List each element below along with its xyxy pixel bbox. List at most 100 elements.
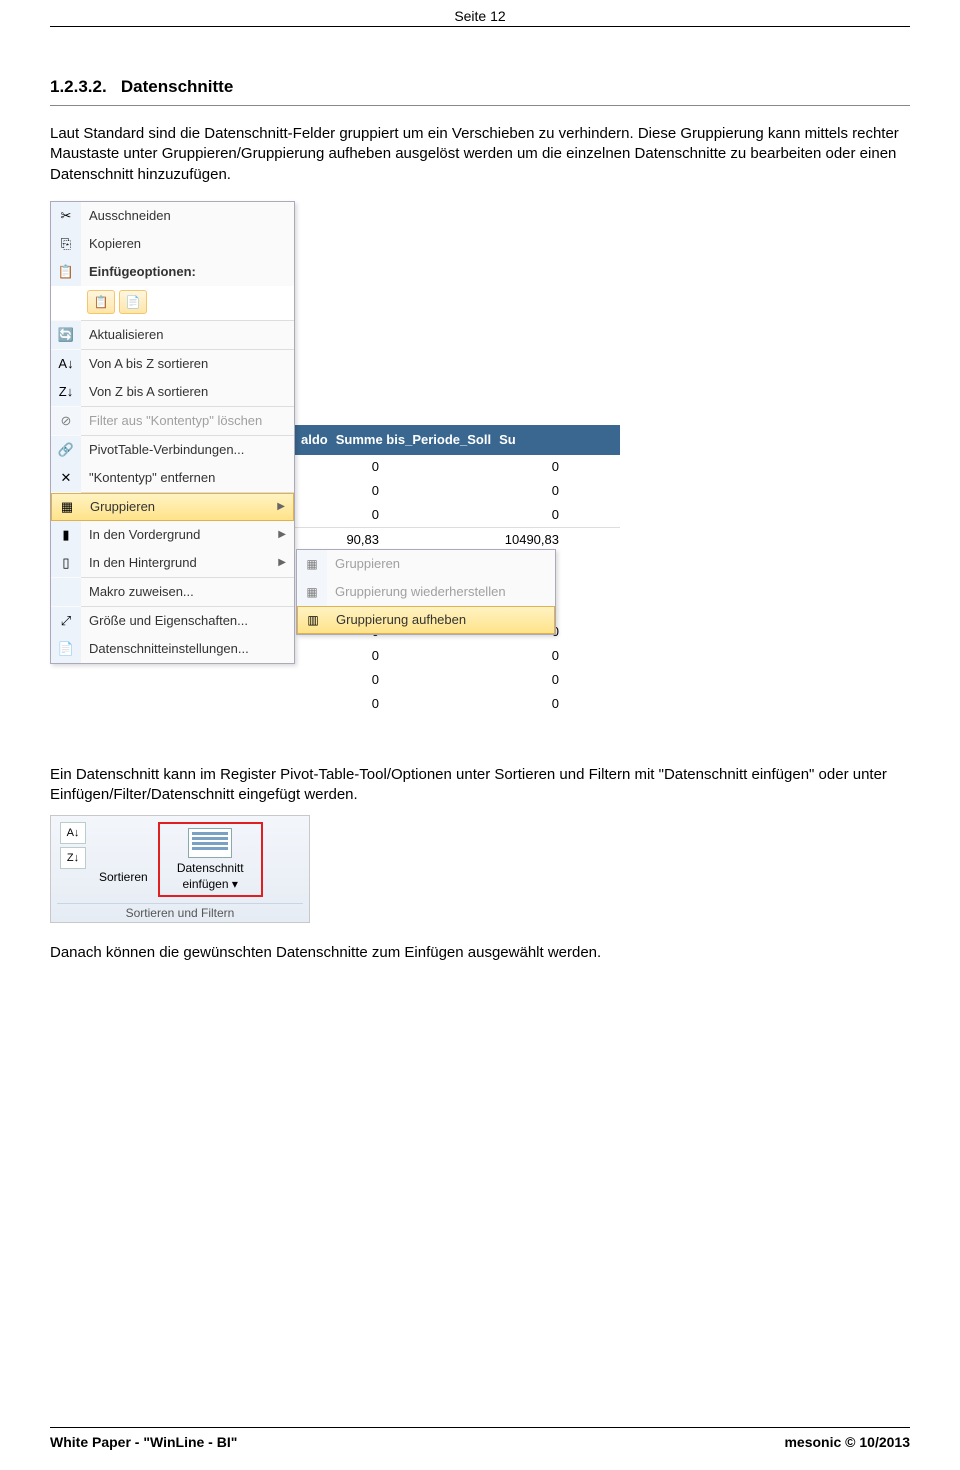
group-submenu[interactable]: ▦ Gruppieren ▦ Gruppierung wiederherstel… [296,549,556,635]
paste-option-1[interactable]: 📋 [87,290,115,314]
paste-option-2[interactable]: 📄 [119,290,147,314]
sort-asc-button[interactable]: A↓ [60,822,86,844]
group-icon: ▦ [52,494,82,520]
menu-pivot-connections[interactable]: 🔗 PivotTable-Verbindungen... [51,436,294,464]
menu-label: Gruppierung wiederherstellen [327,584,555,599]
sort-buttons: A↓ Z↓ [57,822,89,869]
send-back-icon: ▯ [51,549,81,577]
label-line-with-dropdown: einfügen ▾ [182,877,237,891]
pivot-col-1: aldo [301,432,328,447]
insert-slicer-label: Datenschnitt einfügen ▾ [177,861,244,891]
menu-cut[interactable]: ✂ Ausschneiden [51,202,294,230]
page-content: 1.2.3.2. Datenschnitte Laut Standard sin… [0,27,960,964]
cell: 0 [395,507,575,522]
refresh-icon: 🔄 [51,321,81,349]
menu-label: Kopieren [81,236,286,251]
cell: 0 [395,696,575,711]
regroup-icon: ▦ [297,578,327,606]
pivot-data-top: 00 00 00 90,8310490,83 [295,455,620,551]
paragraph-2: Ein Datenschnitt kann im Register Pivot-… [50,765,910,806]
ungroup-icon: ▥ [298,607,328,633]
submenu-ungroup[interactable]: ▥ Gruppierung aufheben [297,606,555,634]
submenu-arrow-icon: ▶ [272,557,286,568]
section-title: Datenschnitte [121,77,233,96]
menu-label: Größe und Eigenschaften... [81,613,286,628]
cell: 0 [395,672,575,687]
menu-size-properties[interactable]: ⤢ Größe und Eigenschaften... [51,607,294,635]
menu-group[interactable]: ▦ Gruppieren ▶ [51,493,294,521]
menu-label: Von A bis Z sortieren [81,356,286,371]
slicer-icon [188,828,232,858]
menu-copy[interactable]: ⎘ Kopieren [51,230,294,258]
sort-za-icon: Z↓ [51,378,81,406]
cell: 0 [295,483,395,498]
clipboard-icon: 📋 [51,258,81,286]
section-heading: 1.2.3.2. Datenschnitte [50,77,910,97]
menu-label: Gruppieren [82,499,271,514]
screenshot-ribbon-sort-filter: A↓ Z↓ Sortieren Datenschnitt einfügen ▾ … [50,815,310,923]
sort-desc-button[interactable]: Z↓ [60,847,86,869]
menu-clear-filter: ⊘ Filter aus "Kontentyp" löschen [51,407,294,435]
cell: 0 [395,483,575,498]
label-line: einfügen [182,877,228,891]
scissors-icon: ✂ [51,202,81,230]
dropdown-arrow-icon: ▾ [232,877,238,891]
menu-assign-macro[interactable]: Makro zuweisen... [51,578,294,606]
cell: 90,83 [295,532,395,547]
menu-sort-za[interactable]: Z↓ Von Z bis A sortieren [51,378,294,406]
sort-za-icon: Z↓ [67,852,79,864]
menu-label: "Kontentyp" entfernen [81,470,286,485]
cell: 0 [395,459,575,474]
menu-label: Gruppierung aufheben [328,612,554,627]
settings-icon: 📄 [51,635,81,663]
cell: 0 [295,672,395,687]
section-number: 1.2.3.2. [50,77,107,96]
menu-label: Datenschnitteinstellungen... [81,641,286,656]
cell: 0 [295,507,395,522]
menu-label: In den Vordergrund [81,527,272,542]
sort-label: Sortieren [99,870,148,884]
cell: 0 [295,459,395,474]
pivot-col-2: Summe bis_Periode_Soll [336,432,491,447]
submenu-regroup: ▦ Gruppierung wiederherstellen [297,578,555,606]
footer-right: mesonic © 10/2013 [784,1434,910,1450]
menu-label: Gruppieren [327,556,555,571]
menu-label: Makro zuweisen... [81,584,286,599]
cell: 10490,83 [395,532,575,547]
menu-paste-options-header: 📋 Einfügeoptionen: [51,258,294,286]
cell: 0 [395,648,575,663]
menu-refresh[interactable]: 🔄 Aktualisieren [51,321,294,349]
menu-label: Von Z bis A sortieren [81,384,286,399]
menu-send-to-back[interactable]: ▯ In den Hintergrund ▶ [51,549,294,577]
cell: 0 [295,648,395,663]
menu-label: In den Hintergrund [81,555,272,570]
group-icon: ▦ [297,550,327,578]
sort-az-icon: A↓ [51,350,81,378]
paste-option-buttons: 📋 📄 [51,286,294,320]
context-menu[interactable]: ✂ Ausschneiden ⎘ Kopieren 📋 Einfügeoptio… [50,201,295,664]
submenu-arrow-icon: ▶ [272,529,286,540]
blank-icon [51,578,81,606]
menu-label: Filter aus "Kontentyp" löschen [81,413,286,428]
cell: 0 [295,696,395,711]
insert-slicer-button[interactable]: Datenschnitt einfügen ▾ [158,822,263,897]
page-header: Seite 12 [50,0,910,27]
paragraph-1: Laut Standard sind die Datenschnitt-Feld… [50,124,910,185]
section-divider [50,105,910,106]
menu-label: Ausschneiden [81,208,286,223]
label-line: Datenschnitt [177,861,244,875]
size-icon: ⤢ [51,607,81,635]
menu-remove-field[interactable]: ✕ "Kontentyp" entfernen [51,464,294,492]
bring-front-icon: ▮ [51,521,81,549]
pivot-header: aldo Summe bis_Periode_Soll Su [295,425,620,455]
pivot-col-3: Su [499,432,516,447]
screenshot-context-menu: aldo Summe bis_Periode_Soll Su 00 00 00 … [50,195,620,745]
menu-sort-az[interactable]: A↓ Von A bis Z sortieren [51,350,294,378]
menu-label: PivotTable-Verbindungen... [81,442,286,457]
copy-icon: ⎘ [51,230,81,258]
menu-slicer-settings[interactable]: 📄 Datenschnitteinstellungen... [51,635,294,663]
menu-bring-to-front[interactable]: ▮ In den Vordergrund ▶ [51,521,294,549]
sort-label-column: Sortieren [99,822,148,884]
submenu-arrow-icon: ▶ [271,501,285,512]
filter-clear-icon: ⊘ [51,407,81,435]
